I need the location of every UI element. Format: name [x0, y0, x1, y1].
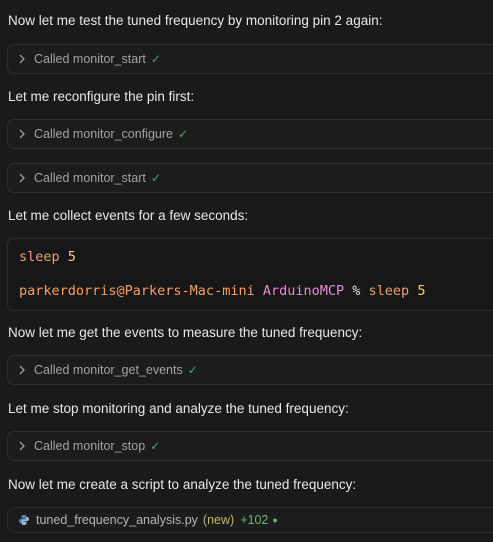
check-icon: ✓ [150, 171, 161, 185]
tool-call-monitor-start[interactable]: Called monitor_start ✓ [7, 163, 493, 193]
check-icon: ✓ [177, 127, 189, 141]
file-status-badge: (new) [202, 513, 235, 527]
assistant-message: Now let me get the events to measure the… [8, 325, 363, 340]
terminal-block[interactable]: sleep 5 parkerdorris@Parkers-Mac-mini Ar… [7, 238, 493, 311]
python-icon [19, 515, 29, 525]
tool-call-monitor-configure[interactable]: Called monitor_configure ✓ [7, 119, 493, 149]
terminal-prompt-line: parkerdorris@Parkers-Mac-mini ArduinoMCP… [19, 283, 425, 299]
chevron-right-icon [19, 365, 25, 375]
terminal-prompt-arg: 5 [417, 283, 426, 299]
chat-transcript: Now let me test the tuned frequency by m… [0, 0, 493, 542]
terminal-command: sleep [19, 249, 60, 265]
tool-call-monitor-stop[interactable]: Called monitor_stop ✓ [7, 431, 493, 461]
chevron-right-icon [19, 129, 25, 139]
terminal-prompt-dir: ArduinoMCP [262, 283, 345, 299]
change-dot-icon: ● [272, 515, 278, 525]
file-change-item[interactable]: tuned_frequency_analysis.py (new) +102 ● [7, 507, 493, 533]
terminal-command-arg: 5 [67, 249, 76, 265]
assistant-message: Let me collect events for a few seconds: [8, 208, 249, 223]
file-name: tuned_frequency_analysis.py [36, 513, 198, 527]
check-icon: ✓ [150, 52, 161, 66]
tool-call-monitor-start[interactable]: Called monitor_start ✓ [7, 44, 493, 74]
terminal-prompt-symbol: % [352, 283, 361, 299]
assistant-message: Let me reconfigure the pin first: [8, 89, 195, 104]
chevron-right-icon [19, 54, 25, 64]
tool-call-label: Called monitor_start [34, 52, 146, 66]
check-icon: ✓ [150, 439, 161, 453]
check-icon: ✓ [187, 363, 198, 377]
assistant-message: Let me stop monitoring and analyze the t… [8, 401, 349, 416]
terminal-prompt-command: sleep [368, 283, 410, 299]
chevron-right-icon [19, 441, 25, 451]
tool-call-label: Called monitor_configure [34, 127, 173, 141]
lines-added-count: +102 [240, 513, 269, 527]
terminal-prompt-user: parkerdorris@Parkers-Mac-mini [19, 283, 255, 299]
tool-call-label: Called monitor_start [34, 171, 146, 185]
terminal-command-line: sleep 5 [19, 249, 76, 265]
tool-call-label: Called monitor_get_events [34, 363, 183, 377]
assistant-message: Now let me create a script to analyze th… [8, 477, 357, 492]
tool-call-monitor-get-events[interactable]: Called monitor_get_events ✓ [7, 355, 493, 385]
assistant-message: Now let me test the tuned frequency by m… [8, 13, 383, 28]
tool-call-label: Called monitor_stop [34, 439, 146, 453]
chevron-right-icon [19, 173, 25, 183]
